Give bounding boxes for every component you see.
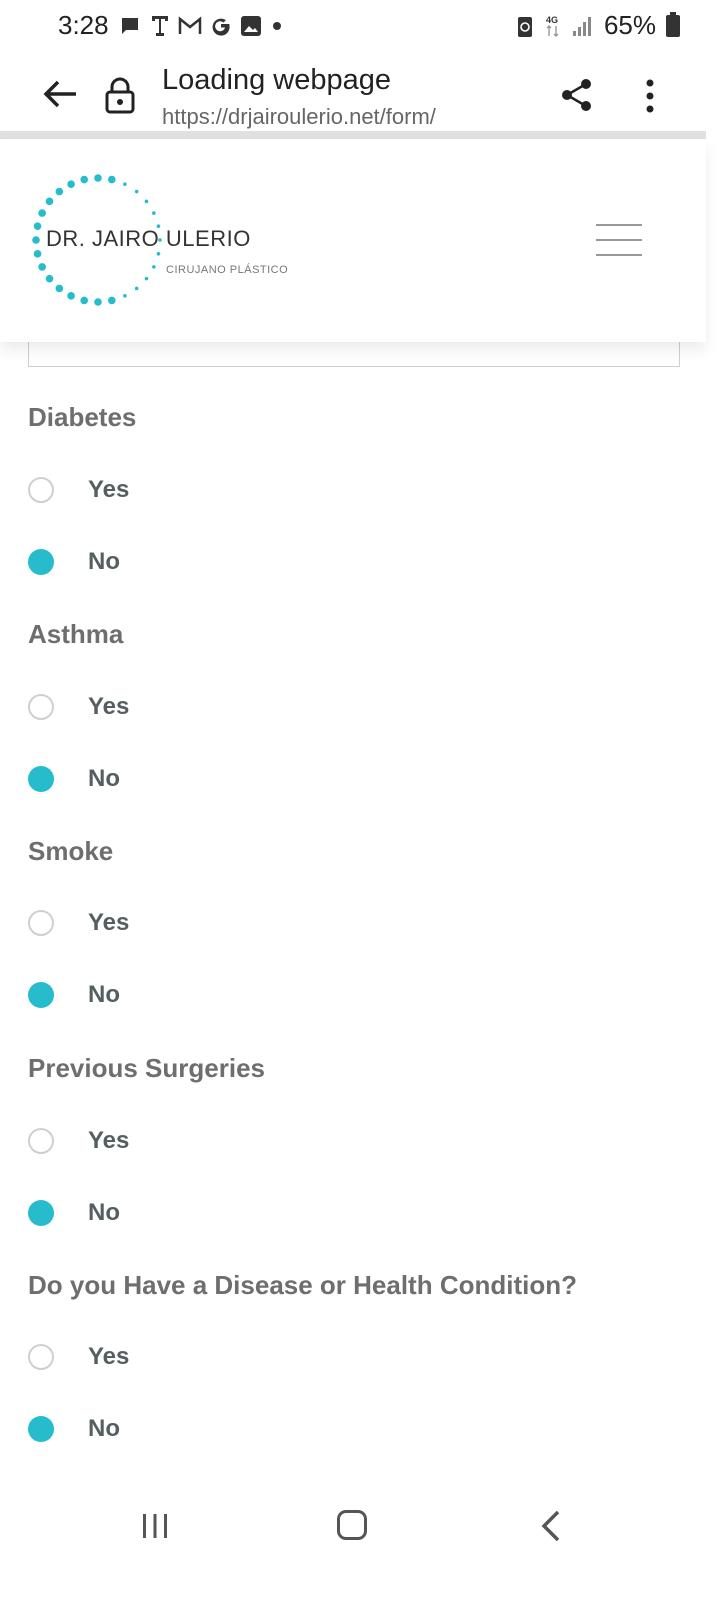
4g-icon: 4G <box>546 15 559 37</box>
logo-dot <box>55 284 64 293</box>
radio-button[interactable] <box>28 694 54 720</box>
radio-label: No <box>88 548 120 575</box>
logo-dot <box>107 175 116 184</box>
logo-dot <box>156 251 161 256</box>
radio-button[interactable] <box>28 1344 54 1370</box>
question-label: Diabetes <box>28 402 137 432</box>
nav-back-icon[interactable] <box>538 1508 564 1544</box>
radio-button[interactable] <box>28 910 54 936</box>
radio-option[interactable]: Yes <box>28 693 129 721</box>
radio-label: No <box>88 1199 120 1226</box>
question-label: Smoke <box>28 836 114 866</box>
radio-option[interactable]: No <box>28 765 120 793</box>
radio-label: Yes <box>88 476 130 503</box>
chat-icon <box>122 18 138 34</box>
notification-icons <box>120 14 284 38</box>
radio-option[interactable]: No <box>28 981 120 1009</box>
logo-dot <box>144 276 149 281</box>
logo-dot <box>32 236 40 244</box>
logo-dot <box>55 187 64 196</box>
logo-dot <box>45 274 54 283</box>
page-url[interactable]: https://drjairoulerio.net/form/ <box>162 104 436 130</box>
battery-saver-icon <box>517 16 532 37</box>
radio-label: No <box>88 981 120 1008</box>
logo-subtitle: CIRUJANO PLÁSTICO <box>166 264 289 276</box>
radio-button[interactable] <box>28 1200 54 1226</box>
gmail-icon <box>178 16 202 34</box>
radio-label: Yes <box>88 909 130 936</box>
question-label: Previous Surgeries <box>28 1053 265 1083</box>
more-options-icon[interactable] <box>644 78 656 114</box>
logo-dot <box>134 189 139 194</box>
logo-dot <box>38 263 46 271</box>
logo-dot <box>152 211 156 215</box>
radio-option[interactable]: No <box>28 1199 120 1227</box>
logo-dot <box>94 174 102 182</box>
logo-dot <box>152 265 156 269</box>
system-nav-bar <box>0 1480 720 1580</box>
loading-progress-bar <box>0 131 706 139</box>
lock-icon[interactable] <box>104 76 136 114</box>
radio-button[interactable] <box>28 982 54 1008</box>
logo-dot <box>67 292 75 300</box>
home-icon[interactable] <box>337 1510 367 1540</box>
radio-button[interactable] <box>28 1128 54 1154</box>
radio-option[interactable]: No <box>28 1415 120 1443</box>
google-icon <box>212 18 230 36</box>
logo-dot <box>67 180 75 188</box>
share-icon[interactable] <box>560 78 594 112</box>
logo-dot <box>94 298 102 306</box>
radio-option[interactable]: Yes <box>28 909 129 937</box>
hamburger-menu-icon[interactable] <box>596 224 642 258</box>
radio-option[interactable]: Yes <box>28 1343 129 1371</box>
status-bar: 3:28 4G 65% <box>0 0 720 52</box>
logo-dot <box>144 199 149 204</box>
logo-dot <box>38 209 46 217</box>
logo-dot <box>80 175 89 184</box>
site-header: DR. JAIRO ULERIO CIRUJANO PLÁSTICO <box>0 140 706 342</box>
battery-percent: 65% <box>603 10 656 40</box>
signal-icon <box>572 16 591 36</box>
logo-dot <box>80 296 89 305</box>
battery-icon <box>666 11 680 37</box>
radio-button[interactable] <box>28 549 54 575</box>
radio-label: Yes <box>88 1343 130 1370</box>
page-title: Loading webpage <box>162 64 391 96</box>
radio-label: Yes <box>88 1127 130 1154</box>
radio-button[interactable] <box>28 766 54 792</box>
svg-text:4G: 4G <box>546 15 558 25</box>
browser-toolbar: Loading webpage https://drjairoulerio.ne… <box>0 52 720 132</box>
dot-icon <box>273 22 281 30</box>
recent-apps-icon[interactable] <box>142 1512 168 1540</box>
logo-dot <box>107 296 116 305</box>
tmobile-icon <box>150 16 168 36</box>
logo-dot <box>45 197 54 206</box>
radio-option[interactable]: No <box>28 548 120 576</box>
radio-option[interactable]: Yes <box>28 476 129 504</box>
logo-dot <box>123 182 127 186</box>
image-icon <box>241 16 261 36</box>
radio-label: No <box>88 765 120 792</box>
radio-option[interactable]: Yes <box>28 1127 129 1155</box>
radio-button[interactable] <box>28 477 54 503</box>
logo-name: DR. JAIRO ULERIO <box>46 226 251 251</box>
question-label: Asthma <box>28 619 124 649</box>
logo-dot <box>33 249 42 258</box>
radio-button[interactable] <box>28 1416 54 1442</box>
radio-label: No <box>88 1415 120 1442</box>
back-arrow-icon[interactable] <box>40 74 80 114</box>
radio-label: Yes <box>88 693 130 720</box>
logo-dot <box>123 294 127 298</box>
status-time: 3:28 <box>58 10 109 40</box>
question-label: Do you Have a Disease or Health Conditio… <box>28 1270 577 1300</box>
logo-dot <box>134 286 139 291</box>
status-right: 4G 65% <box>516 10 680 41</box>
logo-dot <box>33 222 42 231</box>
